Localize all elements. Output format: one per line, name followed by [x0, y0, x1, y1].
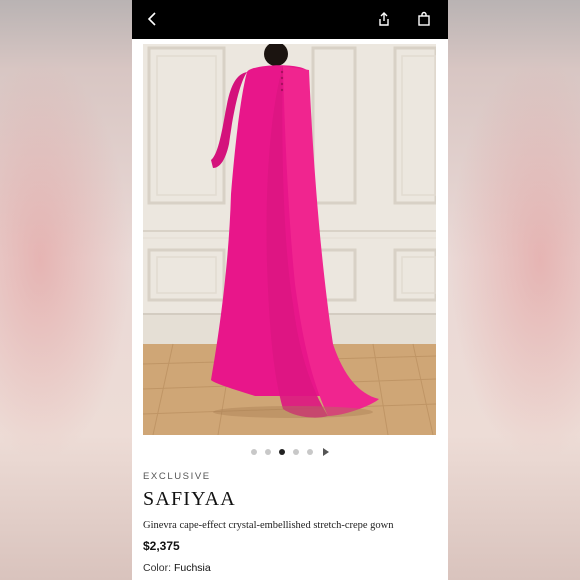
carousel-dot-active[interactable]	[279, 449, 285, 455]
color-label: Color:	[143, 562, 172, 574]
color-selector[interactable]: Color: Fuchsia	[143, 562, 211, 574]
carousel-dot[interactable]	[251, 449, 257, 455]
product-image[interactable]	[143, 44, 436, 435]
carousel-next-icon[interactable]	[323, 448, 329, 456]
top-navigation-bar	[132, 0, 448, 39]
carousel-dot[interactable]	[293, 449, 299, 455]
product-price: $2,375	[143, 539, 180, 553]
product-page: EXCLUSIVE SAFIYAA Ginevra cape-effect cr…	[132, 0, 448, 580]
color-value: Fuchsia	[173, 562, 211, 574]
carousel-dot[interactable]	[265, 449, 271, 455]
exclusive-label: EXCLUSIVE	[143, 471, 211, 482]
product-title: Ginevra cape-effect crystal-embellished …	[143, 520, 394, 531]
image-carousel-indicator	[132, 446, 448, 458]
brand-name[interactable]: SAFIYAA	[143, 488, 236, 511]
chevron-left-icon[interactable]	[144, 10, 162, 28]
shopping-bag-icon[interactable]	[415, 10, 433, 28]
carousel-dot[interactable]	[307, 449, 313, 455]
share-icon[interactable]	[375, 10, 393, 28]
